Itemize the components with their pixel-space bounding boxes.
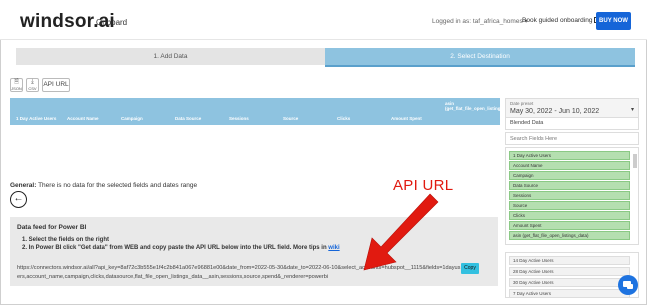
column-header[interactable]: Campaign [121,116,143,121]
csv-export-label: CSV [28,86,37,91]
copy-button[interactable]: Copy [461,263,479,274]
data-table-header: 1 Day Active Users Account Name Campaign… [10,98,516,125]
general-text: There is no data for the selected fields… [38,182,198,189]
selected-field[interactable]: 1 Day Active Users [509,151,630,160]
available-field[interactable]: 14 Day Active Users [509,256,630,265]
json-export-label: JSON [11,86,22,91]
section-title: Onboard [96,18,128,27]
selected-field[interactable]: Amount Spent [509,221,630,230]
guided-onboarding-label: Book guided onboarding [522,17,593,24]
selected-field[interactable]: Sessions [509,191,630,200]
download-icon: 🗎 [14,79,19,85]
caret-down-icon: ▾ [630,107,634,113]
feed-step-2: 2. In Power BI click "Get data" from WEB… [22,245,340,251]
selected-field[interactable]: Data Source [509,181,630,190]
top-header: windsor.ai Onboard Logged in as: taf_afr… [0,0,647,40]
chat-support-icon[interactable] [618,275,638,295]
fields-scrollbar[interactable] [633,154,637,168]
column-header[interactable]: Amount Spent [391,116,422,121]
logged-in-menu[interactable]: Logged in as: taf_africa_homes ▾ [432,17,528,25]
csv-export-button[interactable]: ⤓ CSV [26,78,39,92]
field-selector-panel: Date preset May 30, 2022 - Jun 10, 2022 … [505,98,639,298]
feed-step-1: 1. Select the fields on the right [22,237,110,243]
buy-now-button[interactable]: BUY NOW [596,12,631,30]
selected-field[interactable]: Campaign [509,171,630,180]
column-header[interactable]: Account Name [67,116,99,121]
step-add-data[interactable]: 1. Add Data [16,48,325,65]
column-header[interactable]: Source [283,116,298,121]
json-export-button[interactable]: 🗎 JSON [10,78,23,92]
column-header[interactable]: Clicks [337,116,350,121]
wiki-link[interactable]: wiki [328,245,339,251]
column-header[interactable]: 1 Day Active Users [16,116,56,121]
back-arrow-icon[interactable]: ← [10,191,27,208]
active-step-indicator [325,65,635,67]
general-prefix: General: [10,182,37,189]
step-select-destination[interactable]: 2. Select Destination [325,48,635,65]
api-url-text[interactable]: https://connectors.windsor.ai/all?api_ke… [17,264,462,282]
column-header[interactable]: asin (get_flat_file_open_listings_data) [445,101,516,111]
selected-field[interactable]: Account Name [509,161,630,170]
available-field[interactable]: 28 Day Active Users [509,267,630,276]
date-preset-select[interactable]: Date preset May 30, 2022 - Jun 10, 2022 … [505,98,639,118]
power-bi-feed-panel: Data feed for Power BI 1. Select the fie… [10,217,498,286]
date-preset-label: Date preset [510,101,534,106]
guided-onboarding-link[interactable]: Book guided onboarding [522,17,601,24]
column-header[interactable]: Data Source [175,116,201,121]
feed-step-2-text: 2. In Power BI click "Get data" from WEB… [22,245,327,251]
selected-field[interactable]: Source [509,201,630,210]
available-fields-list: 14 Day Active Users 28 Day Active Users … [505,252,639,298]
feed-title: Data feed for Power BI [17,224,87,231]
selected-fields-list: 1 Day Active Users Account Name Campaign… [505,147,639,245]
available-field[interactable]: 30 Day Active Users [509,278,630,287]
api-url-annotation: API URL [393,177,454,194]
blended-data-option[interactable]: Blended Data [505,118,639,130]
no-data-message: General: There is no data for the select… [10,182,197,189]
selected-field[interactable]: Clicks [509,211,630,220]
wizard-steps: 1. Add Data 2. Select Destination [16,48,635,67]
date-range-value: May 30, 2022 - Jun 10, 2022 [510,108,600,115]
download-icon: ⤓ [31,79,34,85]
search-fields-input[interactable]: Search Fields Here [505,132,639,145]
available-field[interactable]: 7 Day Active Users [509,289,630,298]
api-url-button[interactable]: API URL [42,78,70,92]
selected-field[interactable]: asin (get_flat_file_open_listings_data) [509,231,630,240]
column-header[interactable]: Sessions [229,116,249,121]
